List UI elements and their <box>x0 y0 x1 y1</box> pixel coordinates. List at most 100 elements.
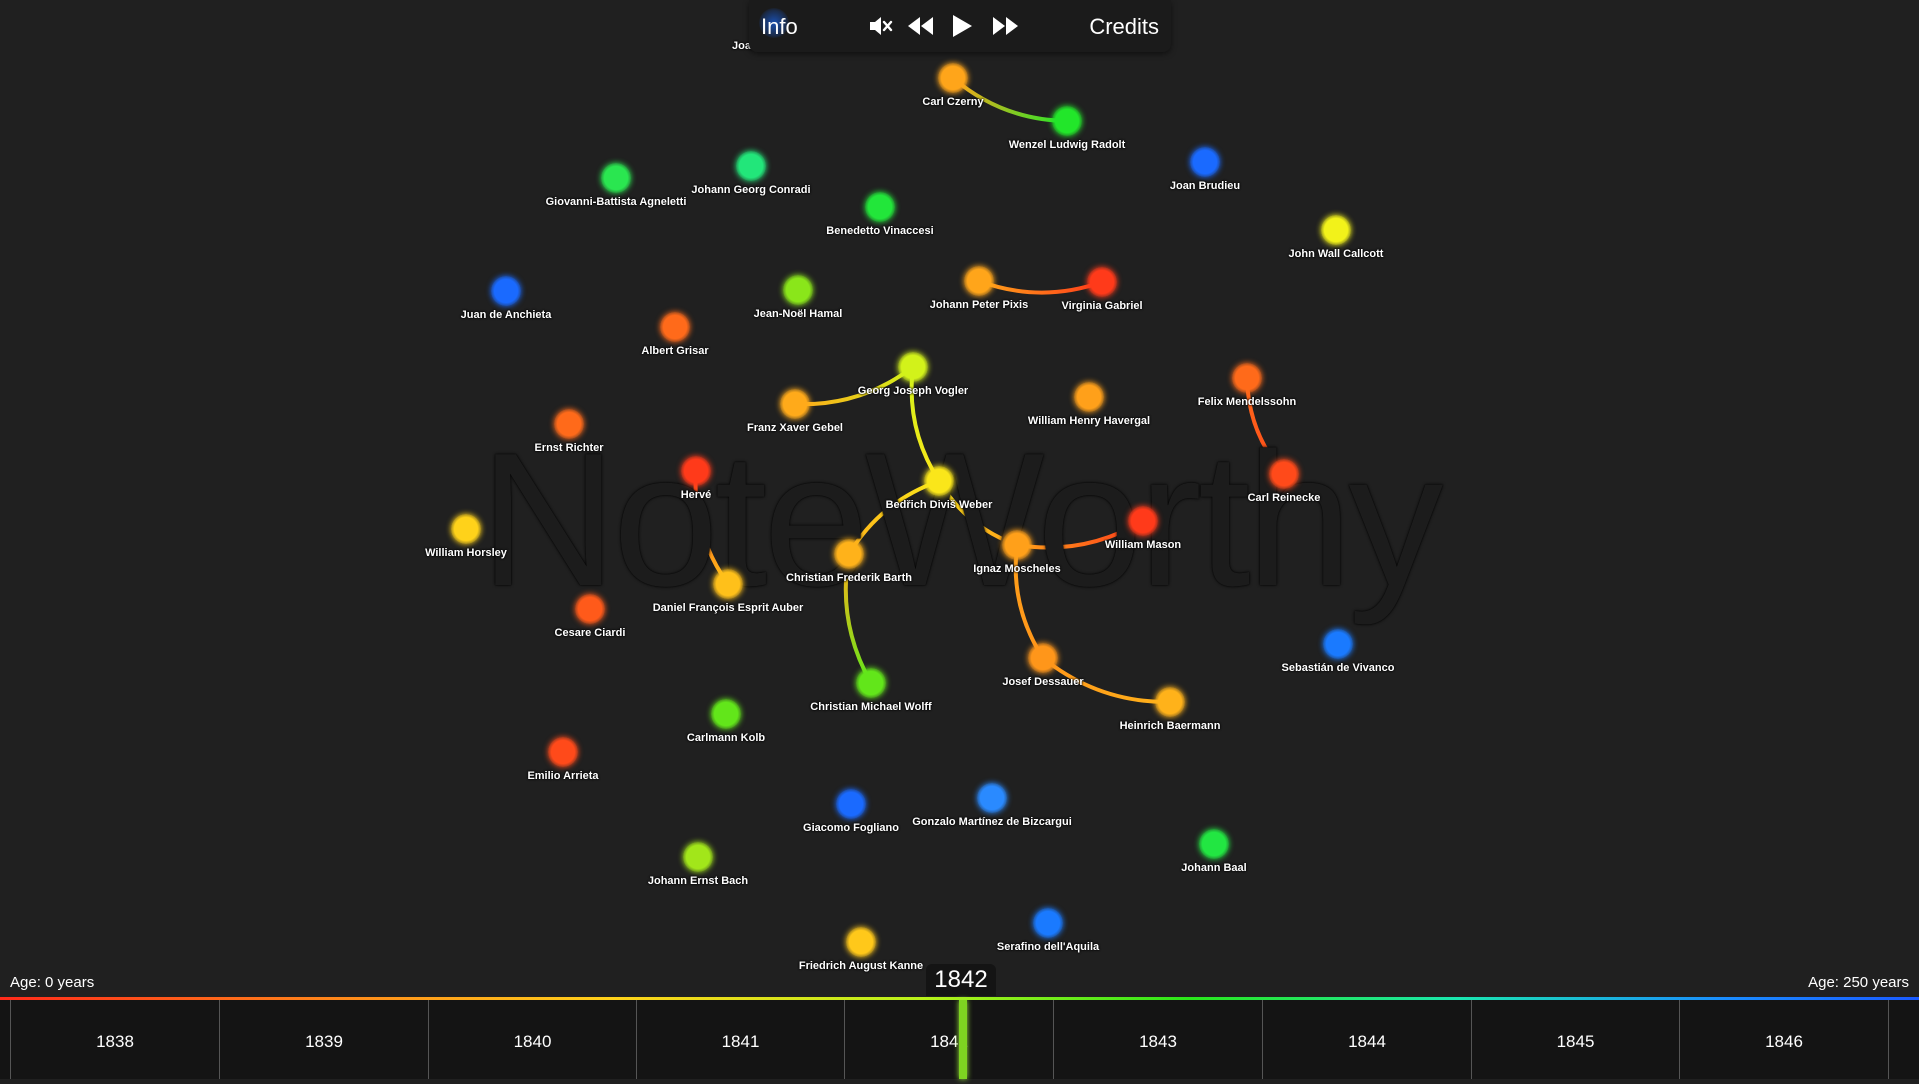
composer-node[interactable] <box>856 668 886 698</box>
info-button[interactable]: Info <box>761 14 798 40</box>
composer-name-label: Johann Georg Conradi <box>691 184 811 196</box>
composer-node[interactable] <box>1128 506 1158 536</box>
composer-name-label: Virginia Gabriel <box>1061 300 1143 312</box>
composer-name-label: Felix Mendelssohn <box>1197 396 1297 408</box>
composer-node[interactable] <box>834 539 864 569</box>
age-max-label: Age: 250 years <box>1808 974 1909 991</box>
composer-node[interactable] <box>683 842 713 872</box>
composer-node[interactable] <box>1052 106 1082 136</box>
composer-node[interactable] <box>681 456 711 486</box>
top-toolbar: Info Credits <box>749 0 1171 52</box>
composer-node[interactable] <box>1232 363 1262 393</box>
composer-name-label: Joan Brudieu <box>1169 180 1241 192</box>
composer-name-label: Johann Baal <box>1181 862 1247 874</box>
year-cell[interactable]: 1845 <box>1471 1000 1679 1079</box>
composer-name-label: Juan de Anchieta <box>460 309 552 321</box>
fast-forward-icon[interactable] <box>990 12 1020 40</box>
composer-name-label: Ernst Richter <box>534 442 604 454</box>
composer-name-label: Jean-Noël Hamal <box>753 308 843 320</box>
composer-name-label: Giovanni-Battista Agneletti <box>545 196 687 208</box>
composer-node[interactable] <box>1087 267 1117 297</box>
composer-graph[interactable] <box>0 0 1919 990</box>
composer-node[interactable] <box>1269 459 1299 489</box>
composer-node[interactable] <box>660 312 690 342</box>
year-cell[interactable] <box>1888 1000 1919 1079</box>
composer-name-label: Sebastián de Vivanco <box>1281 662 1395 674</box>
composer-node[interactable] <box>865 192 895 222</box>
composer-node[interactable] <box>554 409 584 439</box>
current-year-display: 1842 <box>926 964 996 996</box>
composer-name-label: Johann Peter Pixis <box>929 299 1029 311</box>
composer-name-label: William Mason <box>1104 539 1182 551</box>
year-cell[interactable]: 1840 <box>428 1000 636 1079</box>
composer-node[interactable] <box>575 594 605 624</box>
composer-name-label: Carl Czerny <box>922 96 984 108</box>
composer-name-label: Johann Ernst Bach <box>647 875 749 887</box>
composer-name-label: Albert Grisar <box>641 345 709 357</box>
composer-name-label: Ignaz Moscheles <box>973 563 1061 575</box>
composer-name-label: Benedetto Vinaccesi <box>826 225 934 237</box>
composer-name-label: Franz Xaver Gebel <box>747 422 843 434</box>
composer-name-label: Heinrich Baermann <box>1119 720 1221 732</box>
composer-node[interactable] <box>1002 530 1032 560</box>
composer-name-label: Josef Dessauer <box>1002 676 1084 688</box>
relationship-edge <box>847 479 940 556</box>
composer-node[interactable] <box>836 789 866 819</box>
composer-node[interactable] <box>1155 687 1185 717</box>
composer-node[interactable] <box>1190 147 1220 177</box>
composer-node[interactable] <box>898 352 928 382</box>
composer-name-label: Georg Joseph Vogler <box>857 385 969 397</box>
composer-name-label: Friedrich August Kanne <box>798 960 924 972</box>
mute-icon[interactable] <box>867 12 895 40</box>
composer-node[interactable] <box>846 927 876 957</box>
composer-node[interactable] <box>1321 215 1351 245</box>
composer-node[interactable] <box>713 569 743 599</box>
composer-name-label: Cesare Ciardi <box>554 627 626 639</box>
rewind-icon[interactable] <box>906 12 936 40</box>
composer-node[interactable] <box>711 699 741 729</box>
year-cell[interactable]: 1841 <box>636 1000 844 1079</box>
composer-node[interactable] <box>1199 829 1229 859</box>
year-cell[interactable]: 1842 <box>844 1000 1053 1079</box>
composer-name-label: Christian Michael Wolff <box>810 701 932 713</box>
composer-name-label: John Wall Callcott <box>1288 248 1384 260</box>
relationship-edge <box>693 470 730 586</box>
composer-name-label: Gonzalo Martínez de Bizcargui <box>912 816 1072 828</box>
composer-node[interactable] <box>1323 629 1353 659</box>
composer-name-label: Emilio Arrieta <box>527 770 599 782</box>
composer-node[interactable] <box>780 389 810 419</box>
composer-node[interactable] <box>601 163 631 193</box>
year-cell[interactable]: 1838 <box>10 1000 219 1079</box>
play-icon[interactable] <box>949 12 975 40</box>
composer-name-label: Giacomo Fogliano <box>803 822 899 834</box>
composer-name-label: Carl Reinecke <box>1247 492 1321 504</box>
year-cell[interactable]: 1839 <box>219 1000 428 1079</box>
composer-node[interactable] <box>1033 908 1063 938</box>
year-cell[interactable]: 1846 <box>1679 1000 1888 1079</box>
composer-node[interactable] <box>451 514 481 544</box>
composer-name-label: Hervé <box>680 489 712 501</box>
composer-node[interactable] <box>491 276 521 306</box>
year-cell[interactable]: 1843 <box>1053 1000 1262 1079</box>
composer-node[interactable] <box>964 266 994 296</box>
composer-name-label: Bedřich Diviš Weber <box>885 499 993 511</box>
composer-node[interactable] <box>736 151 766 181</box>
age-min-label: Age: 0 years <box>10 974 95 991</box>
composer-node[interactable] <box>924 466 954 496</box>
composer-node[interactable] <box>1028 643 1058 673</box>
composer-name-label: Carlmann Kolb <box>686 732 766 744</box>
current-year-marker[interactable] <box>959 1000 967 1079</box>
composer-name-label: William Horsley <box>425 547 507 559</box>
credits-button[interactable]: Credits <box>1089 14 1159 40</box>
composer-node[interactable] <box>977 783 1007 813</box>
composer-name-label: Christian Frederik Barth <box>786 572 912 584</box>
composer-node[interactable] <box>783 275 813 305</box>
year-cell[interactable]: 1844 <box>1262 1000 1471 1079</box>
composer-node[interactable] <box>548 737 578 767</box>
composer-name-label: Daniel François Esprit Auber <box>652 602 804 614</box>
composer-node[interactable] <box>1074 382 1104 412</box>
composer-name-label: Wenzel Ludwig Radolt <box>1008 139 1126 151</box>
relationship-edge <box>1013 544 1045 660</box>
composer-name-label: Serafino dell'Aquila <box>996 941 1100 953</box>
composer-node[interactable] <box>938 63 968 93</box>
